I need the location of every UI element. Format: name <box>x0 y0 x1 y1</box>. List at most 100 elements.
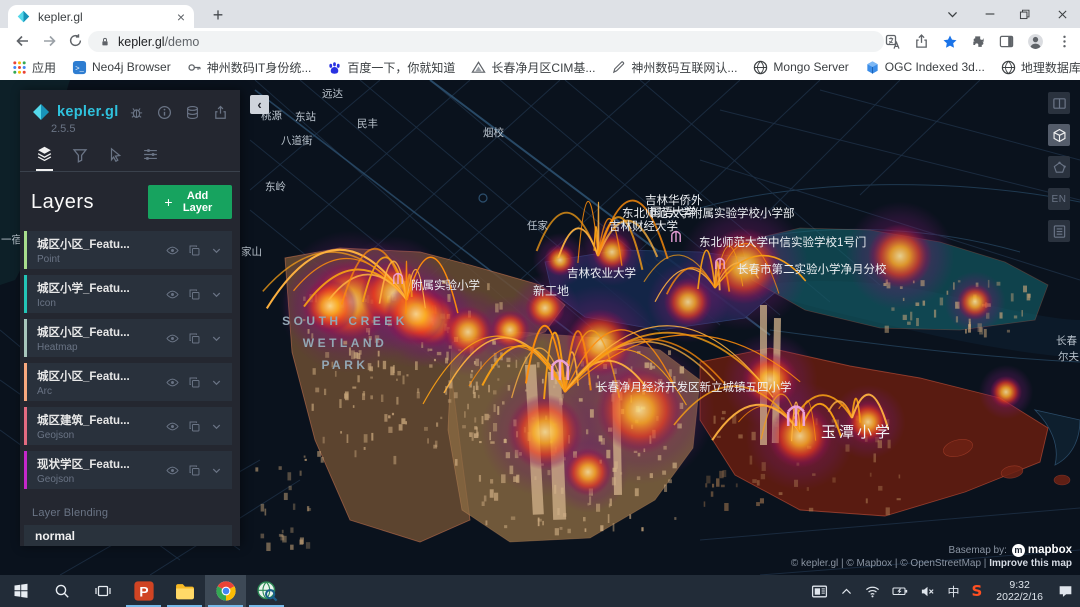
taskbar-clock[interactable]: 9:32 2022/2/16 <box>988 579 1051 604</box>
tab-filters[interactable] <box>72 145 88 171</box>
layer-item[interactable]: 现状学区_Featu...Geojson <box>24 451 232 489</box>
map-label: 吉林财经大学 <box>609 219 678 233</box>
layer-name: 城区小区_Featu... <box>37 236 130 252</box>
export-share-icon[interactable] <box>213 105 228 120</box>
extensions-puzzle-icon[interactable] <box>971 34 986 49</box>
layer-duplicate-icon[interactable] <box>188 244 201 257</box>
start-button[interactable] <box>0 575 41 607</box>
window-close-button[interactable] <box>1044 0 1080 28</box>
wifi-icon[interactable] <box>859 575 886 607</box>
window-restore-button[interactable] <box>1006 0 1042 28</box>
save-database-icon[interactable] <box>185 105 200 120</box>
layer-item[interactable]: 城区小学_Featu...Icon <box>24 275 232 313</box>
side-panel-icon[interactable] <box>999 34 1014 49</box>
bookmark-label: Mongo Server <box>773 60 848 74</box>
tab-close-icon[interactable]: × <box>177 10 185 24</box>
sogou-input-icon[interactable]: S <box>965 575 988 607</box>
mapbox-logo[interactable]: mmapbox <box>1012 544 1072 557</box>
layer-visibility-eye-icon[interactable] <box>166 376 179 389</box>
split-map-button[interactable] <box>1048 92 1070 114</box>
layer-expand-chevron-icon[interactable] <box>210 244 223 257</box>
layer-visibility-eye-icon[interactable] <box>166 420 179 433</box>
battery-icon[interactable] <box>886 575 914 607</box>
bug-report-icon[interactable] <box>129 105 144 120</box>
layer-duplicate-icon[interactable] <box>188 420 201 433</box>
bookmark-item[interactable]: 长春净月区CIM基... <box>471 59 595 76</box>
legend-button[interactable] <box>1048 220 1070 242</box>
profile-avatar-icon[interactable] <box>1027 33 1044 50</box>
action-center-icon[interactable] <box>1051 575 1080 607</box>
layer-expand-chevron-icon[interactable] <box>210 376 223 389</box>
add-layer-button[interactable]: + Add Layer <box>148 185 232 219</box>
tab-search-chevron-icon[interactable] <box>934 0 970 28</box>
layer-item[interactable]: 城区小区_Featu...Heatmap <box>24 319 232 357</box>
layer-duplicate-icon[interactable] <box>188 464 201 477</box>
layer-name: 城区建筑_Featu... <box>37 412 130 428</box>
map-label: 长春净月经济开发区新立城镇五四小学 <box>596 380 792 394</box>
draw-polygon-button[interactable] <box>1048 156 1070 178</box>
layer-expand-chevron-icon[interactable] <box>210 332 223 345</box>
new-tab-button[interactable]: + <box>205 3 231 27</box>
translate-icon[interactable] <box>885 34 901 50</box>
ime-indicator[interactable]: 中 <box>941 575 965 607</box>
news-widget-icon[interactable] <box>805 575 834 607</box>
window-minimize-button[interactable] <box>972 0 1008 28</box>
taskbar-search-button[interactable] <box>41 575 82 607</box>
tab-basemap-settings[interactable] <box>142 145 159 171</box>
improve-map-link[interactable]: Improve this map <box>989 558 1072 569</box>
layer-expand-chevron-icon[interactable] <box>210 420 223 433</box>
key-icon <box>187 60 202 75</box>
bookmark-item[interactable]: >_Neo4j Browser <box>72 60 171 75</box>
toggle-3d-button[interactable] <box>1048 124 1070 146</box>
map-label: 烟校 <box>483 126 504 139</box>
kepler-logo-icon <box>32 103 50 121</box>
bookmark-item[interactable]: Mongo Server <box>753 60 848 75</box>
layer-duplicate-icon[interactable] <box>188 376 201 389</box>
layer-duplicate-icon[interactable] <box>188 332 201 345</box>
bookmark-item[interactable]: 百度一下，你就知道 <box>327 59 455 76</box>
tab-interactions[interactable] <box>107 145 123 171</box>
layer-visibility-eye-icon[interactable] <box>166 332 179 345</box>
layer-expand-chevron-icon[interactable] <box>210 464 223 477</box>
browser-menu-kebab-icon[interactable] <box>1057 34 1072 49</box>
reload-button[interactable] <box>68 33 83 48</box>
bookmark-star-icon[interactable] <box>942 34 958 50</box>
panel-collapse-button[interactable]: ‹ <box>250 95 269 114</box>
share-icon[interactable] <box>914 34 929 49</box>
task-view-button[interactable] <box>82 575 123 607</box>
bookmark-item[interactable]: 地理数据库管理—... <box>1001 59 1080 76</box>
bookmark-item[interactable]: 神州数码IT身份统... <box>187 59 312 76</box>
apps-grid-icon <box>12 60 27 75</box>
neo4j-icon: >_ <box>72 60 87 75</box>
layer-visibility-eye-icon[interactable] <box>166 244 179 257</box>
tab-layers[interactable] <box>36 145 53 171</box>
locale-button[interactable]: EN <box>1048 188 1070 210</box>
layer-name: 城区小学_Featu... <box>37 280 130 296</box>
info-icon[interactable] <box>157 105 172 120</box>
hidden-icons-chevron[interactable] <box>834 575 859 607</box>
layer-item[interactable]: 城区小区_Featu...Point <box>24 231 232 269</box>
volume-muted-icon[interactable] <box>914 575 941 607</box>
taskbar-file-explorer-icon[interactable] <box>164 575 205 607</box>
browser-tab-strip: kepler.gl × + <box>0 0 1080 28</box>
layer-expand-chevron-icon[interactable] <box>210 288 223 301</box>
layer-item[interactable]: 城区小区_Featu...Arc <box>24 363 232 401</box>
bookmark-item[interactable]: OGC Indexed 3d... <box>865 60 985 75</box>
layer-visibility-eye-icon[interactable] <box>166 464 179 477</box>
map-credits[interactable]: © kepler.gl | © Mapbox | © OpenStreetMap… <box>791 558 987 569</box>
layer-duplicate-icon[interactable] <box>188 288 201 301</box>
layer-visibility-eye-icon[interactable] <box>166 288 179 301</box>
map-label: 任家 <box>527 219 548 232</box>
layer-blending-select[interactable]: normal <box>24 525 232 546</box>
browser-tab[interactable]: kepler.gl × <box>8 5 194 28</box>
layer-item[interactable]: 城区建筑_Featu...Geojson <box>24 407 232 445</box>
taskbar-chrome-icon[interactable] <box>205 575 246 607</box>
bookmark-item[interactable]: 应用 <box>12 59 56 76</box>
bookmark-item[interactable]: 神州数码互联网认... <box>611 59 737 76</box>
map-viewport[interactable]: 远达东站八道街民丰烟校桃源东岭家山一宿任家长春尔夫SOUTH CREEKWETL… <box>0 80 1080 575</box>
taskbar-powerpoint-icon[interactable]: P <box>123 575 164 607</box>
address-bar[interactable]: kepler.gl/demo <box>88 31 884 52</box>
forward-button[interactable] <box>42 33 58 49</box>
taskbar-arcgis-icon[interactable] <box>246 575 287 607</box>
back-button[interactable] <box>14 33 30 49</box>
